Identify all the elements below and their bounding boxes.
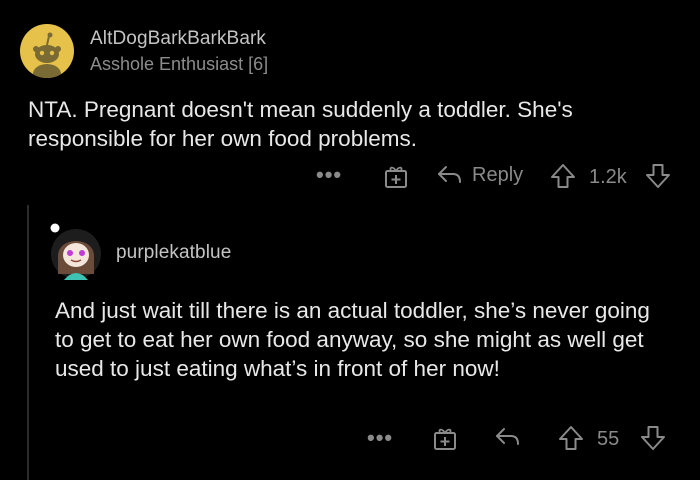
vote-score: 55 [597,428,619,451]
thread-line[interactable] [27,205,29,480]
downvote-arrow-icon [646,164,670,188]
downvote-arrow-icon [641,426,665,450]
award-button[interactable] [432,425,458,451]
downvote-button[interactable] [639,424,667,452]
downvote-button[interactable] [644,162,672,190]
upvote-arrow-icon [551,164,575,188]
more-options-button[interactable]: ••• [367,427,393,449]
upvote-button[interactable] [549,162,577,190]
vote-score: 1.2k [589,166,627,189]
reply-arrow-icon [438,166,461,183]
snoo-avatar-icon [33,32,61,78]
comment-body: NTA. Pregnant doesn't mean suddenly a to… [28,97,573,151]
reply-label: Reply [472,163,524,186]
reply-arrow-icon [496,428,519,445]
score-label: 55 [597,428,620,450]
username[interactable]: purplekatblue [116,242,231,264]
username[interactable]: AltDogBarkBarkBark [90,28,266,50]
more-options-button[interactable]: ••• [316,164,342,186]
user-avatar[interactable] [48,222,102,282]
award-button[interactable] [383,163,409,189]
upvote-button[interactable] [557,424,585,452]
upvote-arrow-icon [559,426,583,450]
user-avatar[interactable] [20,24,74,78]
reply-button[interactable]: Reply [436,162,523,188]
reply-button[interactable] [494,424,522,450]
gift-award-icon [434,428,456,450]
gift-award-icon [385,166,407,188]
custom-snoo-avatar-icon [50,223,101,280]
user-flair: Asshole Enthusiast [6] [90,54,269,74]
score-label: 1.2k [589,166,627,188]
comment-body: And just wait till there is an actual to… [55,298,650,381]
